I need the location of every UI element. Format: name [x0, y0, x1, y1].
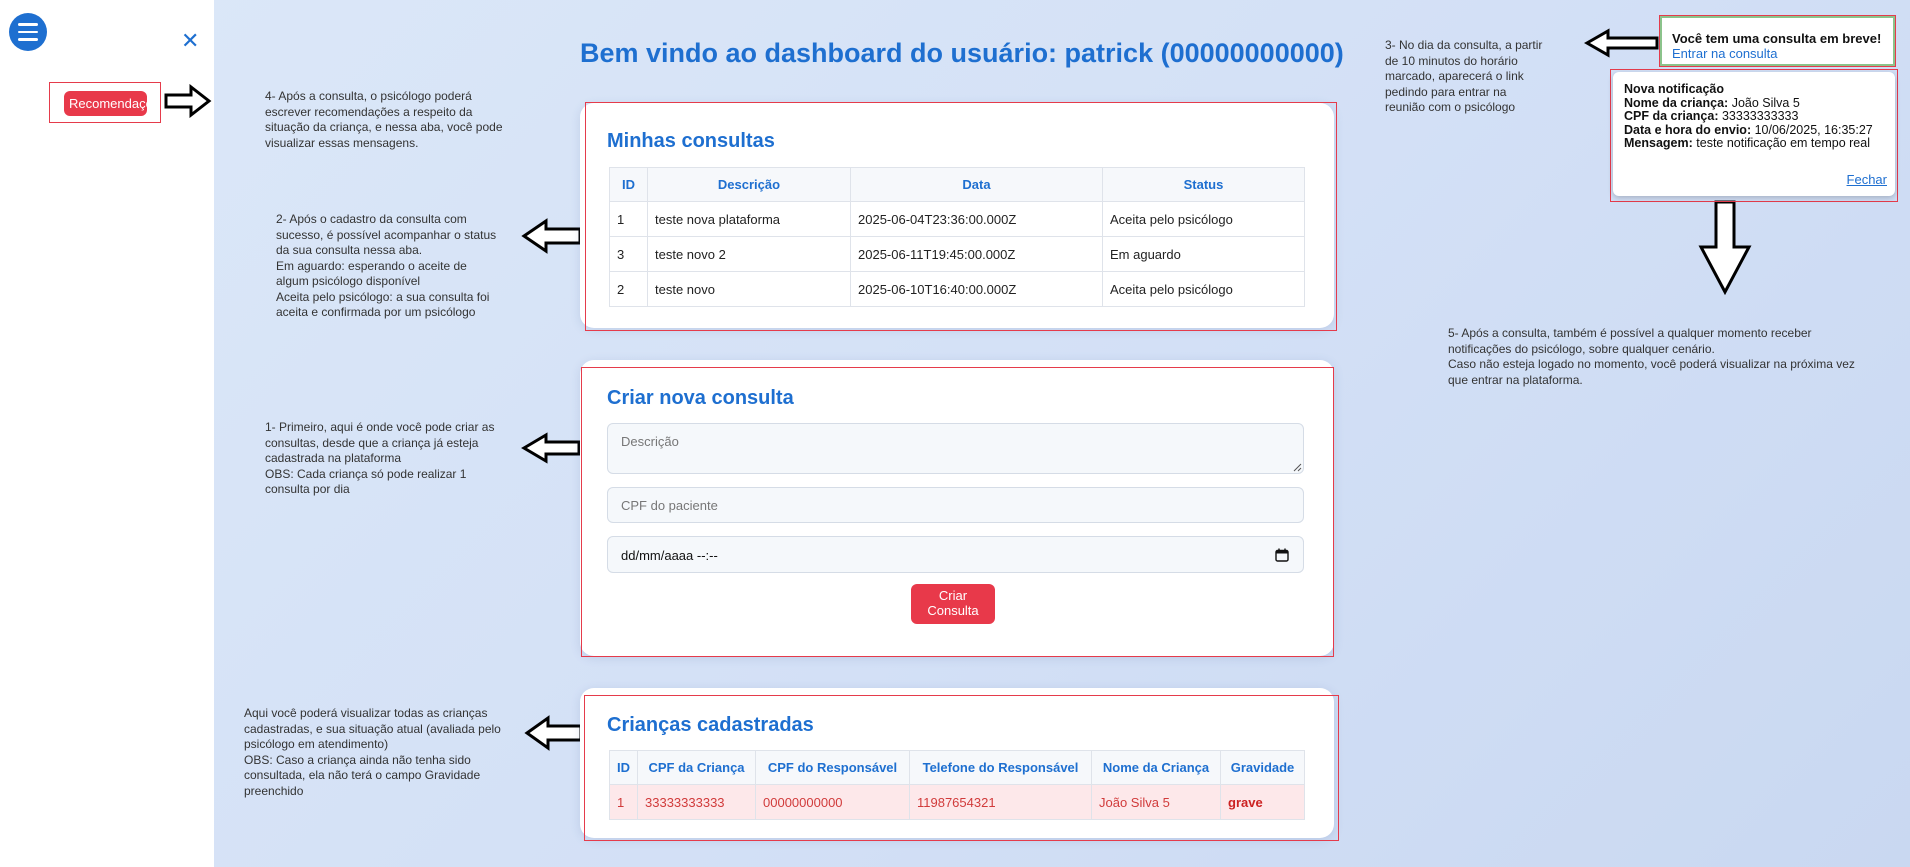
arrow-left-icon [524, 715, 583, 751]
annotation-frame-notificacao: Nova notificação Nome da criança: João S… [1610, 69, 1898, 202]
arrow-left-icon [521, 218, 582, 254]
arrow-down-icon [1698, 200, 1752, 295]
hamburger-icon[interactable] [9, 13, 47, 51]
annotation-note-4: 4- Após a consulta, o psicólogo poderá e… [265, 89, 503, 150]
fechar-link[interactable]: Fechar [1847, 172, 1887, 187]
annotation-note-criancas: Aqui você poderá visualizar todas as cri… [244, 706, 501, 798]
arrow-left-icon [1584, 28, 1659, 58]
data-label: Data e hora do envio: [1624, 122, 1752, 137]
cpf-label: CPF da criança: [1624, 109, 1719, 123]
mensagem-label: Mensagem: [1624, 136, 1693, 150]
arrow-right-icon [164, 84, 212, 118]
mensagem-value: teste notificação em tempo real [1696, 136, 1870, 150]
annotation-note-2: 2- Após o cadastro da consulta com suces… [276, 212, 497, 319]
cpf-value: 33333333333 [1721, 109, 1799, 123]
data-value: 10/06/2025, 16:35:27 [1754, 122, 1873, 137]
annotation-frame-nova-consulta [581, 367, 1334, 657]
recommendations-button[interactable]: Recomendações [64, 91, 147, 116]
nome-label: Nome da criança: [1624, 95, 1729, 110]
annotation-frame-criancas [584, 695, 1339, 841]
close-icon[interactable]: ✕ [181, 30, 199, 52]
notification-toast: Nova notificação Nome da criança: João S… [1613, 72, 1895, 196]
annotation-note-5: 5- Após a consulta, também é possível a … [1448, 326, 1855, 387]
arrow-left-icon [521, 432, 581, 464]
entrar-consulta-link[interactable]: Entrar na consulta [1672, 46, 1778, 61]
page-title: Bem vindo ao dashboard do usuário: patri… [580, 38, 1344, 68]
sidebar: ✕ Recomendações [0, 0, 214, 867]
notification-title: Nova notificação [1624, 82, 1725, 96]
consulta-toast-title: Você tem uma consulta em breve! [1672, 31, 1882, 46]
consulta-toast: Você tem uma consulta em breve! Entrar n… [1659, 15, 1896, 67]
annotation-note-3: 3- No dia da consulta, a partir de 10 mi… [1385, 38, 1543, 114]
annotation-note-1: 1- Primeiro, aqui é onde você pode criar… [265, 420, 495, 496]
annotation-frame-consultas [585, 102, 1337, 331]
nome-value: João Silva 5 [1731, 95, 1800, 110]
